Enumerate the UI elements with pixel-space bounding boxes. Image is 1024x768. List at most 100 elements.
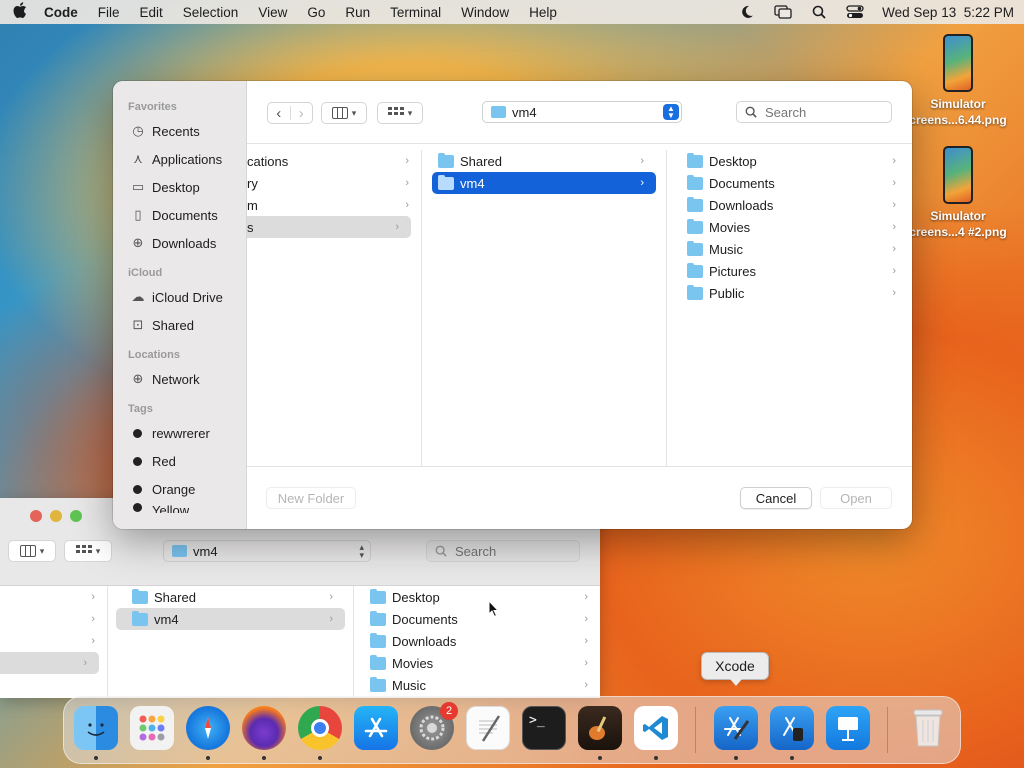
garageband-icon[interactable]	[578, 706, 622, 750]
terminal-prompt: >_	[529, 713, 545, 728]
app-store-icon[interactable]	[354, 706, 398, 750]
list-item-label: Desktop	[709, 153, 757, 169]
group-button[interactable]: ▾	[64, 540, 112, 562]
list-item[interactable]: Shared ›	[432, 150, 656, 172]
menu-app-name[interactable]: Code	[44, 5, 78, 20]
sidebar-item-downloads[interactable]: ⊕ Downloads	[113, 229, 246, 257]
menu-terminal[interactable]: Terminal	[390, 5, 441, 20]
list-item[interactable]: ›	[0, 630, 107, 652]
view-columns-button[interactable]: ▾	[8, 540, 56, 562]
menu-view[interactable]: View	[258, 5, 287, 20]
system-settings-icon[interactable]: 2	[410, 702, 458, 750]
list-item[interactable]: Desktop ›	[354, 586, 600, 608]
list-item[interactable]: Movies ›	[354, 652, 600, 674]
apple-menu-icon[interactable]	[10, 2, 30, 22]
list-item-selected[interactable]: s ›	[247, 216, 411, 238]
list-item[interactable]: Public ›	[671, 282, 908, 304]
sidebar-item-applications[interactable]: ⋏ Applications	[113, 145, 246, 173]
list-item-label: Movies	[709, 219, 751, 235]
list-item[interactable]: cations ›	[247, 150, 421, 172]
sidebar-item-label: Documents	[152, 207, 218, 223]
search-input[interactable]	[765, 104, 875, 120]
sidebar-item-network[interactable]: ⊕ Network	[113, 365, 246, 393]
updown-chevron-icon: ▲ ▼	[663, 104, 679, 120]
list-item[interactable]: ›	[0, 608, 107, 630]
sidebar-tag-red[interactable]: Red	[113, 447, 246, 475]
applications-icon: ⋏	[133, 151, 143, 166]
open-button[interactable]: Open	[820, 487, 892, 509]
back-button[interactable]: ‹	[268, 105, 290, 122]
list-item[interactable]: Music ›	[671, 238, 908, 260]
chevron-right-icon: ›	[892, 177, 896, 189]
open-file-dialog: Favorites ◷ Recents ⋏ Applications ▭ Deskto…	[113, 81, 912, 529]
search-input[interactable]	[455, 543, 565, 559]
cancel-button[interactable]: Cancel	[740, 487, 812, 509]
desktop-file-name: Simulator	[930, 209, 986, 223]
new-folder-button[interactable]: New Folder	[266, 487, 356, 509]
sidebar-item-shared[interactable]: ⊡ Shared	[113, 311, 246, 339]
path-popup[interactable]: vm4 ▲ ▼	[482, 101, 682, 123]
finder-icon[interactable]	[74, 706, 118, 750]
list-item[interactable]: Documents ›	[354, 608, 600, 630]
minimize-window-button[interactable]	[50, 510, 62, 522]
menu-file[interactable]: File	[98, 5, 120, 20]
zoom-window-button[interactable]	[70, 510, 82, 522]
group-button[interactable]: ▾	[377, 102, 423, 124]
firefox-icon[interactable]	[242, 706, 286, 750]
xcode-icon[interactable]	[714, 706, 758, 750]
list-item[interactable]: ›	[0, 586, 107, 608]
list-item[interactable]: ry ›	[247, 172, 421, 194]
list-item[interactable]: Music ›	[354, 674, 600, 696]
forward-button[interactable]: ›	[291, 105, 313, 122]
desktop-file-screenshot-1[interactable]: Simulator creens...6.44.png	[903, 34, 1013, 128]
list-item-selected[interactable]: ›	[0, 652, 99, 674]
sidebar-tag-yellow[interactable]: Yellow	[113, 503, 246, 513]
menu-help[interactable]: Help	[529, 5, 557, 20]
vscode-icon[interactable]	[634, 706, 678, 750]
search-field[interactable]	[426, 540, 580, 562]
chevron-right-icon: ›	[91, 591, 95, 603]
menu-selection[interactable]: Selection	[183, 5, 239, 20]
trash-icon[interactable]	[906, 706, 950, 750]
terminal-icon[interactable]: >_	[522, 706, 566, 750]
sidebar-tag-orange[interactable]: Orange	[113, 475, 246, 503]
chevron-right-icon: ›	[83, 657, 87, 669]
search-field[interactable]	[736, 101, 892, 123]
desktop-file-name: creens...6.44.png	[909, 113, 1007, 127]
safari-icon[interactable]	[186, 706, 230, 750]
list-item[interactable]: Shared ›	[116, 586, 345, 608]
list-item[interactable]: Downloads ›	[354, 630, 600, 652]
path-popup[interactable]: vm4 ▴ ▾	[163, 540, 371, 562]
menu-run[interactable]: Run	[345, 5, 370, 20]
spotlight-search-icon[interactable]	[810, 5, 828, 19]
keynote-icon[interactable]	[826, 706, 870, 750]
menu-go[interactable]: Go	[307, 5, 325, 20]
dark-mode-icon[interactable]	[738, 5, 756, 19]
list-item[interactable]: Pictures ›	[671, 260, 908, 282]
chrome-icon[interactable]	[298, 706, 342, 750]
launchpad-icon[interactable]	[130, 706, 174, 750]
list-item-label: vm4	[154, 611, 179, 627]
textedit-icon[interactable]	[466, 706, 510, 750]
sidebar-tag-rewwrerer[interactable]: rewwrerer	[113, 419, 246, 447]
simulator-icon[interactable]	[770, 706, 814, 750]
control-center-icon[interactable]	[846, 5, 864, 19]
menu-clock[interactable]: Wed Sep 13 5:22 PM	[882, 5, 1014, 20]
view-columns-button[interactable]: ▾	[321, 102, 367, 124]
list-item[interactable]: Downloads ›	[671, 194, 908, 216]
list-item[interactable]: Desktop ›	[671, 150, 908, 172]
sidebar-item-recents[interactable]: ◷ Recents	[113, 117, 246, 145]
menu-edit[interactable]: Edit	[140, 5, 163, 20]
list-item[interactable]: Movies ›	[671, 216, 908, 238]
list-item[interactable]: m ›	[247, 194, 421, 216]
screen-mirroring-icon[interactable]	[774, 5, 792, 19]
close-window-button[interactable]	[30, 510, 42, 522]
list-item[interactable]: Documents ›	[671, 172, 908, 194]
sidebar-item-documents[interactable]: ▯ Documents	[113, 201, 246, 229]
menu-window[interactable]: Window	[461, 5, 509, 20]
list-item-selected[interactable]: vm4 ›	[116, 608, 345, 630]
desktop-file-screenshot-2[interactable]: Simulator creens...4 #2.png	[903, 146, 1013, 240]
list-item-selected[interactable]: vm4 ›	[432, 172, 656, 194]
sidebar-item-desktop[interactable]: ▭ Desktop	[113, 173, 246, 201]
sidebar-item-icloud-drive[interactable]: ☁ iCloud Drive	[113, 283, 246, 311]
